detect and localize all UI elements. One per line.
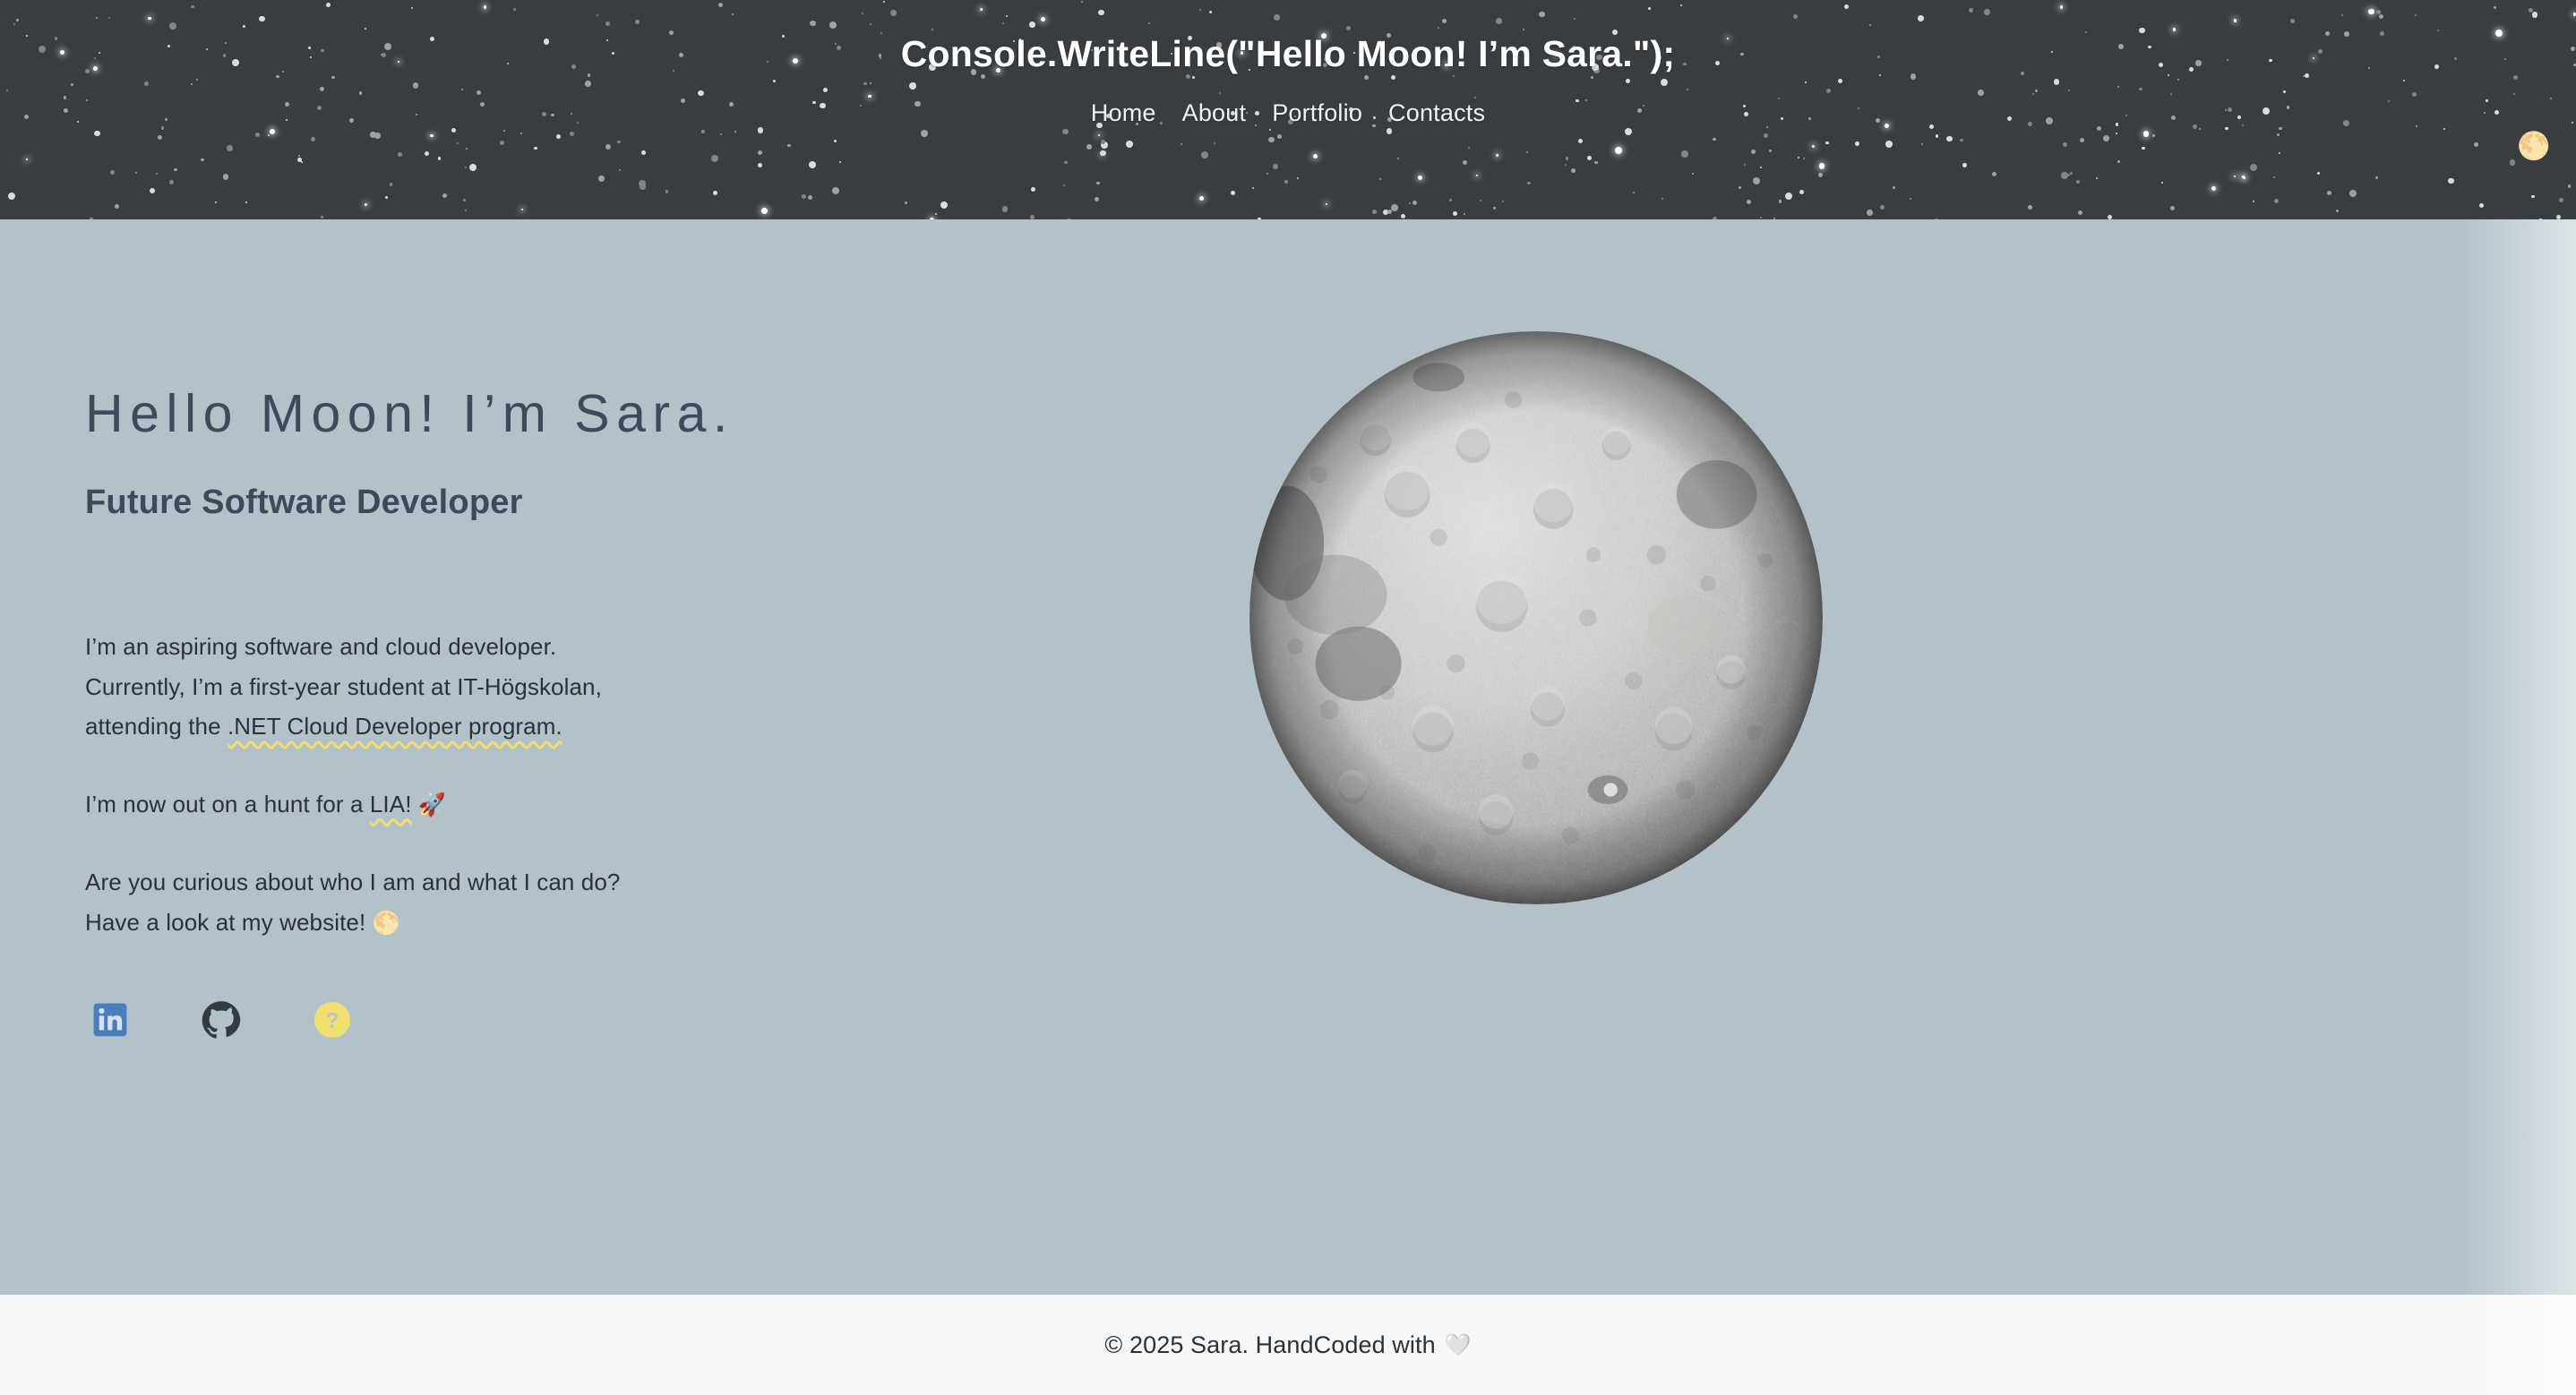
full-moon-icon[interactable]: 🌕 — [2517, 133, 2550, 161]
intro-line-1: I’m an aspiring software and cloud devel… — [85, 632, 557, 660]
curiosity-paragraph: Are you curious about who I am and what … — [85, 862, 1138, 943]
nav-link-portfolio[interactable]: Portfolio — [1272, 99, 1362, 127]
intro-line-2: Currently, I’m a first-year student at I… — [85, 672, 602, 700]
linkedin-icon — [91, 1001, 129, 1039]
white-heart-icon: 🤍 — [1444, 1332, 1472, 1357]
social-link-linkedin[interactable] — [89, 998, 132, 1041]
nav-link-about[interactable]: About — [1182, 99, 1247, 127]
hero-section: Hello Moon! I’m Sara. Future Software De… — [0, 219, 2576, 1295]
site-footer: © 2025 Sara. HandCoded with 🤍 — [0, 1295, 2576, 1395]
curiosity-line-2: Have a look at my website! — [85, 908, 366, 936]
github-icon — [202, 1000, 241, 1040]
hero-layout: Hello Moon! I’m Sara. Future Software De… — [0, 219, 2576, 1295]
header-content: Console.WriteLine("Hello Moon! I’m Sara.… — [0, 0, 2576, 219]
lia-prefix: I’m now out on a hunt for a — [85, 791, 370, 818]
svg-text:?: ? — [326, 1008, 339, 1032]
lia-paragraph: I’m now out on a hunt for a LIA! 🚀 — [85, 784, 1138, 825]
intro-line-3-prefix: attending the — [85, 713, 228, 740]
site-header: Console.WriteLine("Hello Moon! I’m Sara.… — [0, 0, 2576, 219]
nav-link-home[interactable]: Home — [1091, 99, 1156, 127]
rocket-emoji: 🚀 — [417, 792, 447, 818]
copyright-text: © 2025 Sara. HandCoded with — [1104, 1331, 1436, 1358]
hero-body-text: I’m an aspiring software and cloud devel… — [85, 627, 1138, 943]
intro-paragraph: I’m an aspiring software and cloud devel… — [85, 627, 1138, 747]
hero-text-column: Hello Moon! I’m Sara. Future Software De… — [0, 219, 1138, 1295]
page-title: Hello Moon! I’m Sara. — [85, 384, 734, 443]
curiosity-line-1: Are you curious about who I am and what … — [85, 869, 621, 896]
brand-title: Console.WriteLine("Hello Moon! I’m Sara.… — [900, 33, 1676, 74]
page-root: Console.WriteLine("Hello Moon! I’m Sara.… — [0, 0, 2576, 1395]
page-subtitle: Future Software Developer — [85, 483, 523, 521]
question-mark-icon: ? — [314, 1001, 350, 1038]
social-link-unknown[interactable]: ? — [311, 998, 354, 1041]
moon-photograph — [1249, 331, 1823, 904]
program-highlight: .NET Cloud Developer program. — [227, 713, 562, 740]
full-moon-emoji: 🌕 — [372, 910, 400, 936]
social-links-row: ? — [85, 998, 1138, 1041]
hero-image-column — [1138, 219, 2576, 1295]
lia-highlight: LIA! — [369, 791, 412, 818]
social-link-github[interactable] — [200, 998, 243, 1041]
nav-link-contacts[interactable]: Contacts — [1388, 99, 1485, 127]
main-navigation: Home About Portfolio Contacts — [1091, 99, 1485, 127]
